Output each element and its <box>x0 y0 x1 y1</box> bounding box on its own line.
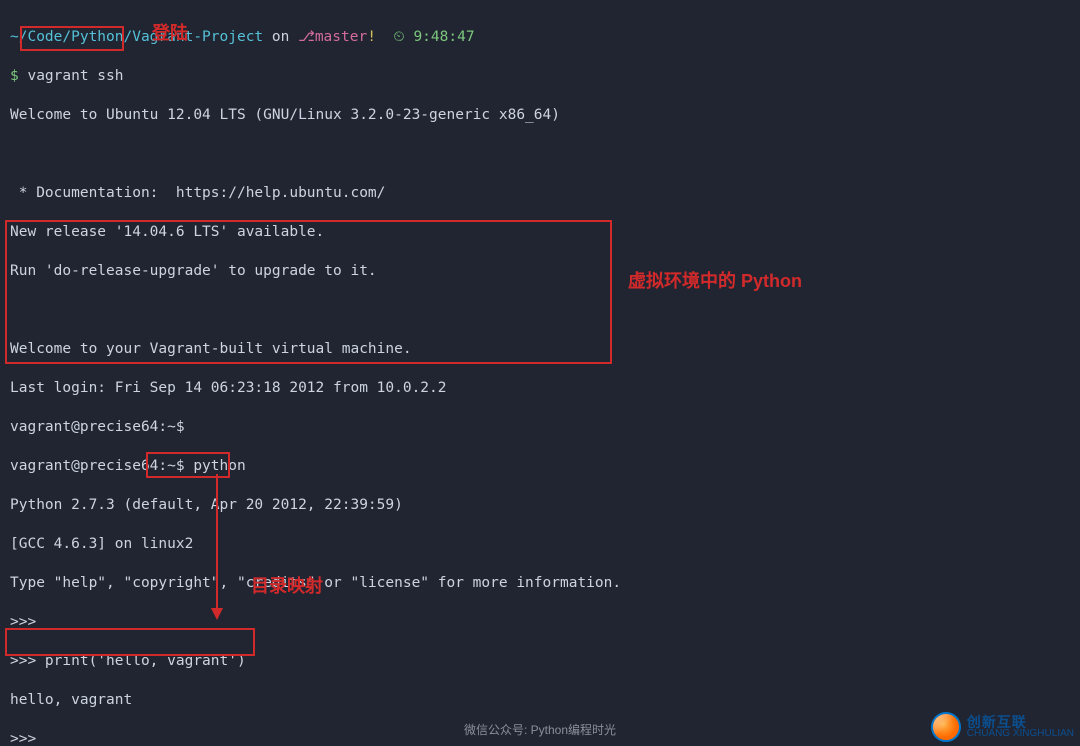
cmd-line-vagrant-ssh[interactable]: $ vagrant ssh <box>10 67 1070 87</box>
output: Last login: Fri Sep 14 06:23:18 2012 fro… <box>10 379 1070 399</box>
watermark-brand: 创新互联 CHUANG XINGHULIAN <box>931 712 1074 742</box>
output: Welcome to Ubuntu 12.04 LTS (GNU/Linux 3… <box>10 106 1070 126</box>
output: Welcome to your Vagrant-built virtual ma… <box>10 340 1070 360</box>
output: hello, vagrant <box>10 691 1070 711</box>
output: Run 'do-release-upgrade' to upgrade to i… <box>10 262 1070 282</box>
output <box>10 145 1070 165</box>
output: [GCC 4.6.3] on linux2 <box>10 535 1070 555</box>
output: New release '14.04.6 LTS' available. <box>10 223 1070 243</box>
brand-zh: 创新互联 <box>967 715 1074 729</box>
repl-prompt[interactable]: >>> <box>10 613 1070 633</box>
repl-cmd[interactable]: >>> print('hello, vagrant') <box>10 652 1070 672</box>
output: Type "help", "copyright", "credits" or "… <box>10 574 1070 594</box>
terminal-window[interactable]: ~/Code/Python/Vagrant-Project on ⎇master… <box>0 0 1080 746</box>
output: Python 2.7.3 (default, Apr 20 2012, 22:3… <box>10 496 1070 516</box>
ps1-line-1: ~/Code/Python/Vagrant-Project on ⎇master… <box>10 28 1070 48</box>
clock-icon: ⏲ <box>393 29 404 45</box>
watermark-wechat: 微信公众号: Python编程时光 <box>464 721 616 741</box>
path-segment: ~/Code/Python/Vagrant-Project <box>10 29 263 45</box>
output <box>10 301 1070 321</box>
output: * Documentation: https://help.ubuntu.com… <box>10 184 1070 204</box>
brand-logo-icon <box>931 712 961 742</box>
cmd-line-python[interactable]: vagrant@precise64:~$ python <box>10 457 1070 477</box>
time-text: 9:48:47 <box>413 29 474 45</box>
shell-prompt[interactable]: vagrant@precise64:~$ <box>10 418 1070 438</box>
brand-en: CHUANG XINGHULIAN <box>967 729 1074 739</box>
branch-icon: ⎇ <box>298 29 315 45</box>
branch-name: master <box>315 29 367 45</box>
